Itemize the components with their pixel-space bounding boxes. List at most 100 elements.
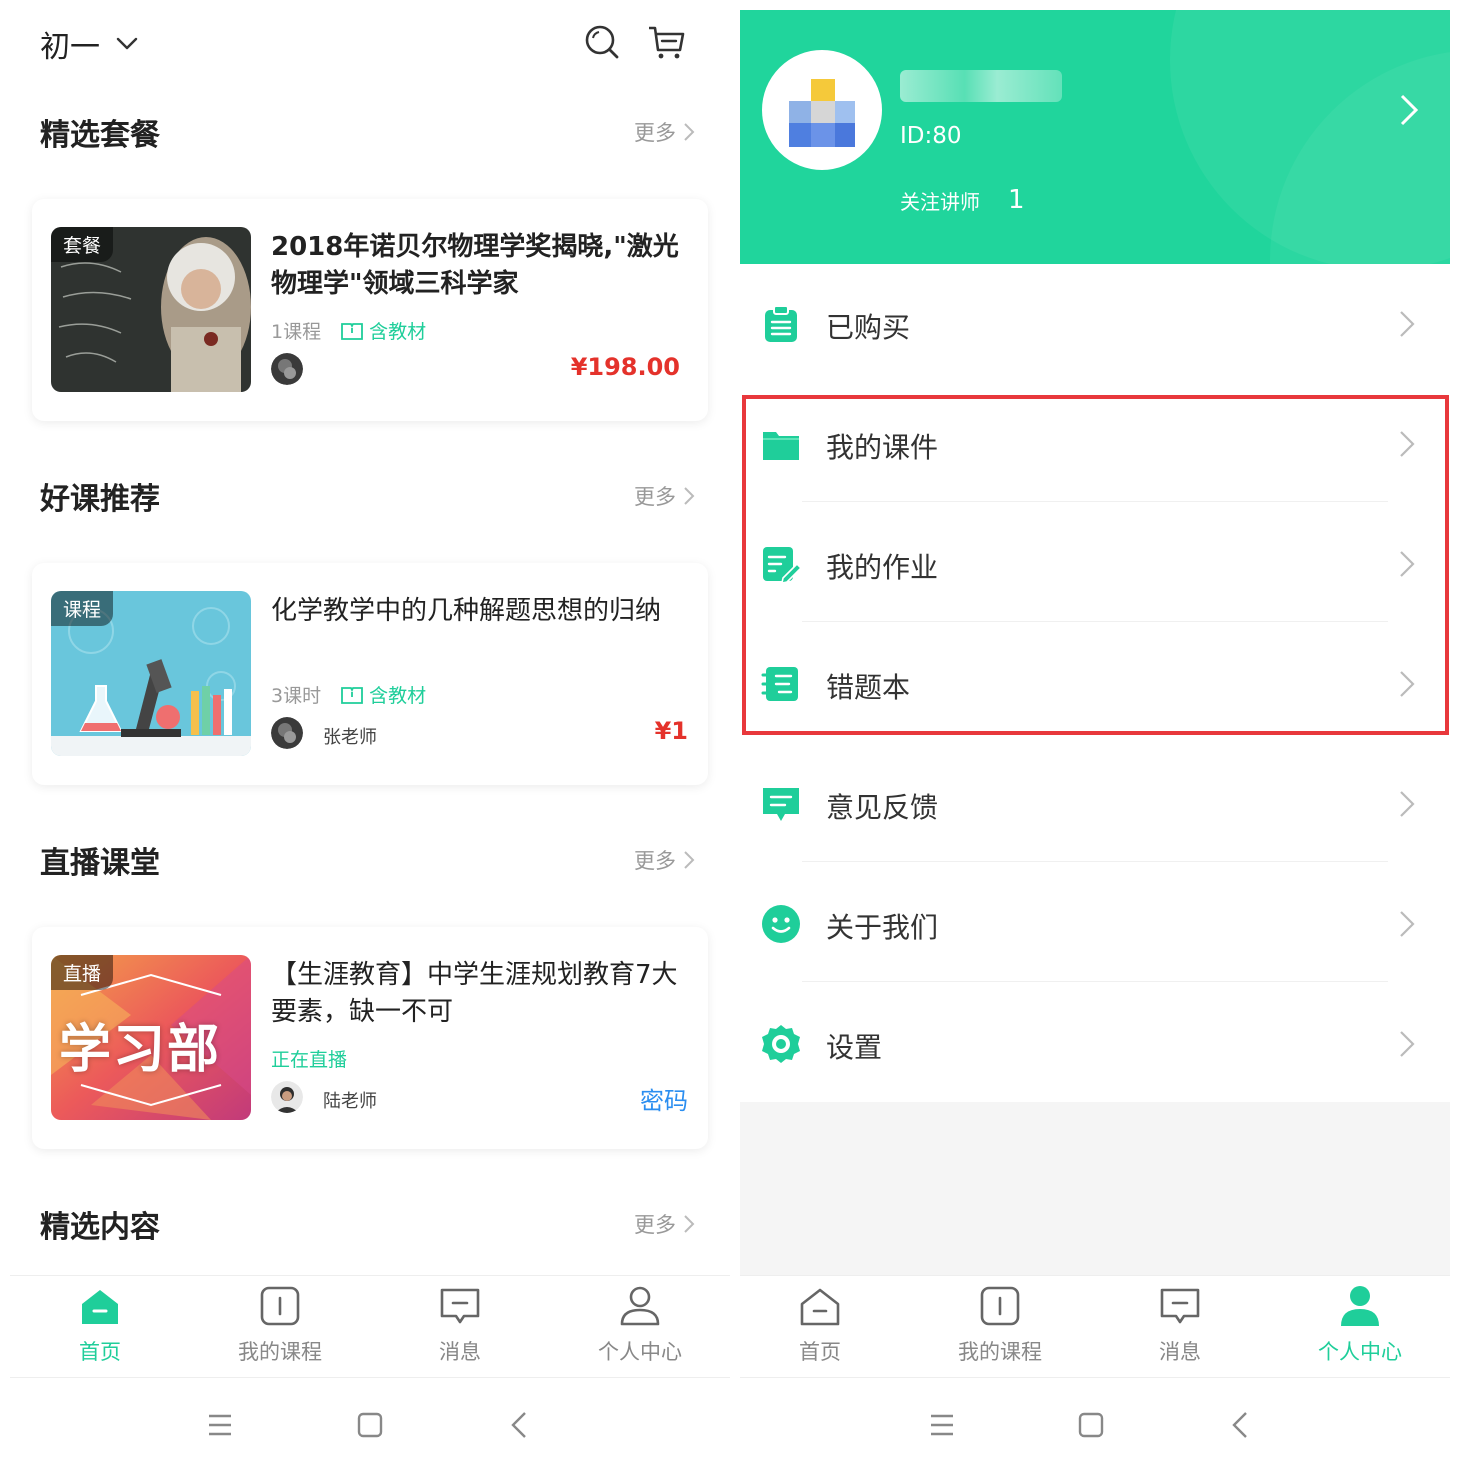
- course-card[interactable]: 课程 化学教学中的几种解题思想的归纳 3课时 含教材 张老师 ¥1: [32, 563, 708, 785]
- section-title-live: 直播课堂: [40, 846, 160, 881]
- system-nav-bar: [10, 1378, 730, 1483]
- tab-label: 我的课程: [958, 1340, 1042, 1364]
- home-square-icon[interactable]: [353, 1408, 387, 1442]
- cart-icon[interactable]: [646, 22, 686, 62]
- bottom-tab-bar: 首页 我的课程 消息 个人中心: [740, 1275, 1450, 1378]
- teacher-avatar: [271, 353, 303, 385]
- tab-my-courses[interactable]: 我的课程: [910, 1284, 1090, 1366]
- teacher-avatar: [271, 717, 303, 749]
- chevron-down-icon: [116, 37, 138, 50]
- more-link-packages[interactable]: 更多: [634, 117, 696, 147]
- grade-selector[interactable]: 初一: [40, 22, 140, 66]
- tab-profile[interactable]: 个人中心: [550, 1284, 730, 1366]
- chevron-right-icon: [1398, 549, 1416, 579]
- follow-count: 1: [1008, 185, 1025, 215]
- chevron-right-icon: [1398, 429, 1416, 459]
- tab-messages[interactable]: 消息: [370, 1284, 550, 1366]
- tab-home[interactable]: 首页: [10, 1284, 190, 1366]
- section-title-featured: 精选内容: [40, 1210, 160, 1245]
- divider: [802, 981, 1388, 982]
- notebook-icon: [761, 664, 801, 704]
- package-title: 2018年诺贝尔物理学奖揭晓,"激光物理学"领域三科学家: [271, 232, 679, 299]
- tab-profile[interactable]: 个人中心: [1270, 1284, 1450, 1366]
- back-icon[interactable]: [1224, 1408, 1258, 1442]
- tab-home[interactable]: 首页: [740, 1284, 910, 1366]
- home-screen: 初一 精选套餐 更多 套餐 2018年诺贝尔物理学奖揭晓,"激光物理学"领域三科…: [10, 0, 730, 1483]
- course-lesson-count: 3课时: [271, 685, 322, 707]
- teacher-name: 张老师: [323, 727, 377, 748]
- home-icon: [82, 1290, 118, 1324]
- menu-mistake-book[interactable]: 错题本: [740, 629, 1450, 739]
- package-material: 含教材: [341, 317, 426, 344]
- menu-settings[interactable]: 设置: [740, 989, 1450, 1099]
- menu-label: 我的作业: [826, 551, 939, 584]
- home-square-icon[interactable]: [1074, 1408, 1108, 1442]
- more-label: 更多: [634, 485, 676, 509]
- password-link[interactable]: 密码: [640, 1081, 688, 1116]
- tab-label: 首页: [799, 1340, 841, 1364]
- menu-icon[interactable]: [203, 1408, 237, 1442]
- back-icon[interactable]: [503, 1408, 537, 1442]
- teacher-name: 陆老师: [323, 1091, 377, 1112]
- profile-avatar[interactable]: [762, 50, 882, 170]
- chevron-right-icon: [684, 487, 695, 505]
- chevron-right-icon[interactable]: [1398, 92, 1420, 128]
- profile-id: ID:80: [900, 123, 962, 149]
- profile-header[interactable]: ID:80 关注讲师 1: [740, 10, 1450, 264]
- menu-feedback[interactable]: 意见反馈: [740, 749, 1450, 859]
- book-icon: [341, 322, 363, 340]
- material-label: 含教材: [369, 321, 427, 343]
- more-link-recommended[interactable]: 更多: [634, 481, 696, 511]
- feedback-icon: [761, 784, 801, 824]
- menu-about[interactable]: 关于我们: [740, 869, 1450, 979]
- follow-teachers[interactable]: 关注讲师 1: [900, 185, 1025, 215]
- package-thumbnail: 套餐: [51, 227, 251, 392]
- course-icon: [980, 1286, 1020, 1326]
- chevron-right-icon: [1398, 1029, 1416, 1059]
- live-tag: 直播: [51, 955, 114, 990]
- more-link-live[interactable]: 更多: [634, 845, 696, 875]
- home-top-bar: 初一: [10, 0, 730, 90]
- tab-label: 首页: [79, 1340, 121, 1364]
- live-status: 正在直播: [271, 1049, 348, 1071]
- package-meta: 1课程 含教材: [271, 317, 426, 344]
- section-title-packages: 精选套餐: [40, 118, 160, 153]
- smile-icon: [761, 904, 801, 944]
- home-icon: [800, 1288, 840, 1326]
- book-icon: [341, 686, 363, 704]
- tab-label: 我的课程: [238, 1340, 322, 1364]
- menu-homework[interactable]: 我的作业: [740, 509, 1450, 619]
- menu-purchased[interactable]: 已购买: [740, 269, 1450, 379]
- more-link-featured[interactable]: 更多: [634, 1209, 696, 1239]
- folder-icon: [761, 424, 801, 464]
- chevron-right-icon: [684, 1215, 695, 1233]
- live-thumbnail: 学习部 直播: [51, 955, 251, 1120]
- course-thumbnail: 课程: [51, 591, 251, 756]
- menu-courseware[interactable]: 我的课件: [740, 389, 1450, 499]
- message-icon: [440, 1288, 480, 1324]
- search-icon[interactable]: [582, 22, 622, 62]
- course-material: 含教材: [341, 681, 426, 708]
- tab-messages[interactable]: 消息: [1090, 1284, 1270, 1366]
- settings-icon: [761, 1024, 801, 1064]
- tab-my-courses[interactable]: 我的课程: [190, 1284, 370, 1366]
- material-label: 含教材: [369, 685, 427, 707]
- menu-label: 错题本: [826, 671, 911, 704]
- bottom-tab-bar: 首页 我的课程 消息 个人中心: [10, 1275, 730, 1378]
- empty-area: [740, 1102, 1450, 1275]
- package-tag: 套餐: [51, 227, 114, 262]
- divider: [802, 501, 1388, 502]
- section-title-recommended: 好课推荐: [40, 482, 160, 517]
- live-title: 【生涯教育】中学生涯规划教育7大要素，缺一不可: [271, 960, 678, 1027]
- more-label: 更多: [634, 121, 676, 145]
- course-title: 化学教学中的几种解题思想的归纳: [271, 596, 662, 626]
- menu-icon[interactable]: [925, 1408, 959, 1442]
- profile-screen: ID:80 关注讲师 1 已购买 我的课件 我的作业 错题本 意见反馈 关于我们…: [740, 0, 1450, 1483]
- course-icon: [260, 1286, 300, 1326]
- tab-label: 消息: [1159, 1340, 1201, 1364]
- more-label: 更多: [634, 1213, 676, 1237]
- profile-name-blurred: [900, 70, 1062, 102]
- live-card[interactable]: 学习部 直播 【生涯教育】中学生涯规划教育7大要素，缺一不可 正在直播 陆老师 …: [32, 927, 708, 1149]
- chevron-right-icon: [1398, 669, 1416, 699]
- package-card[interactable]: 套餐 2018年诺贝尔物理学奖揭晓,"激光物理学"领域三科学家 1课程 含教材 …: [32, 199, 708, 421]
